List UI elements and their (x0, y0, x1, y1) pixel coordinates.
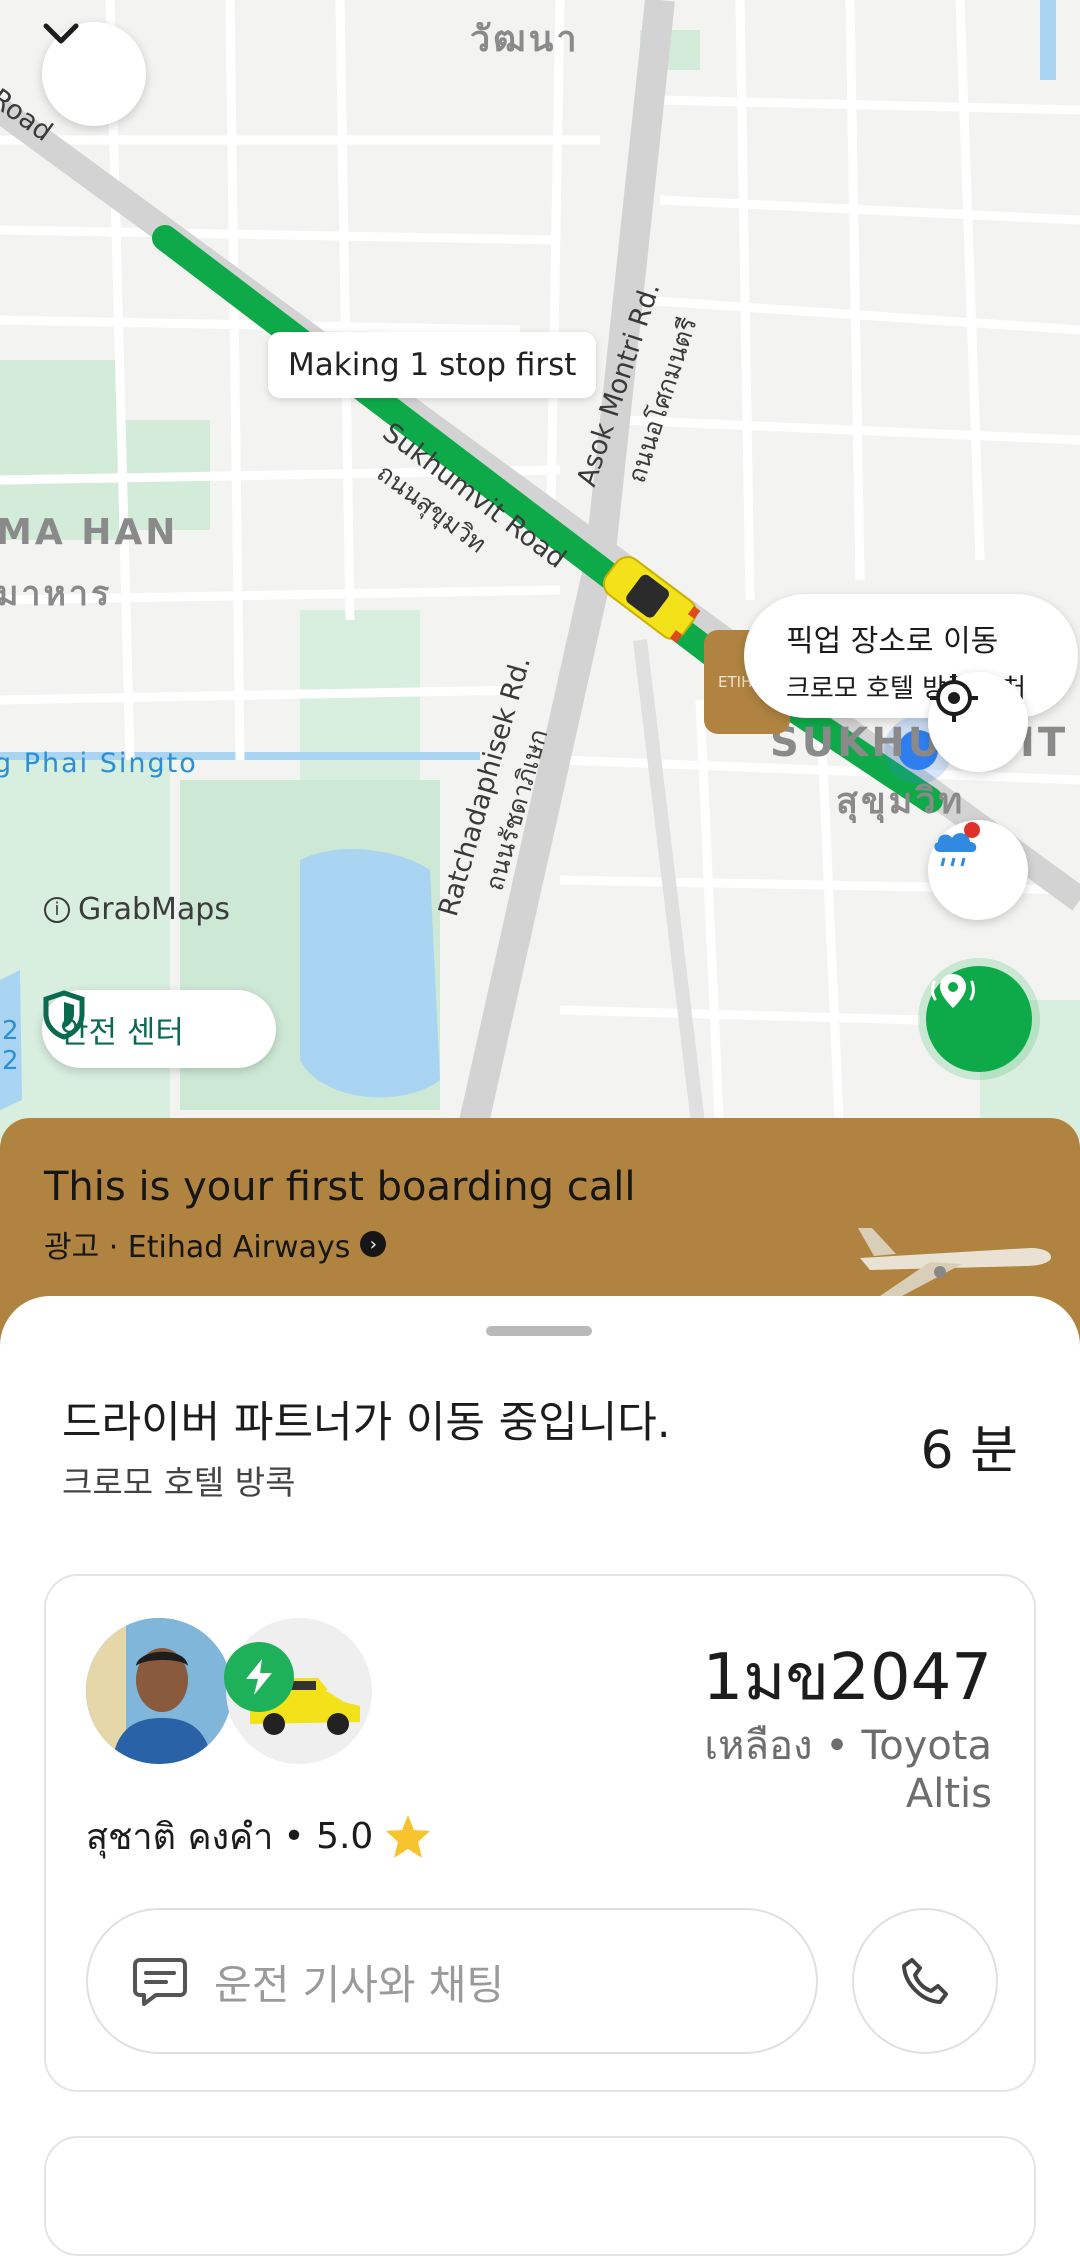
airplane-icon (858, 1228, 1052, 1296)
map-label-phai-singto: g Phai Singto (0, 748, 198, 779)
driver-avatar[interactable] (86, 1618, 232, 1764)
stop-tooltip: Making 1 stop first (268, 332, 597, 398)
next-card[interactable] (44, 2136, 1036, 2256)
weather-rain-icon (934, 822, 980, 867)
sheet-handle[interactable] (486, 1326, 592, 1336)
chat-icon (133, 1958, 187, 2006)
trip-destination: 크로모 호텔 방콕 (62, 1463, 296, 1502)
collapse-button[interactable] (42, 22, 146, 126)
chat-with-driver-input[interactable]: 운전 기사와 채팅 (86, 1908, 818, 2054)
map-canvas (0, 0, 1080, 1140)
chevron-down-icon (43, 23, 79, 44)
ad-title: This is your first boarding call (44, 1164, 636, 1210)
live-location-icon (931, 974, 975, 1008)
ad-sponsor-line[interactable]: 광고 · Etihad Airways › (44, 1222, 387, 1266)
driver-name: สุชาติ คงคำ (86, 1817, 274, 1858)
pickup-bubble[interactable]: 픽업 장소로 이동 크로모 호텔 방콕 근처 (744, 594, 1078, 718)
map-label-ma-han: MA HAN (0, 512, 179, 553)
weather-button[interactable] (928, 820, 1028, 920)
license-plate: 1มข2047 (702, 1641, 992, 1715)
chat-placeholder: 운전 기사와 채팅 (214, 1961, 505, 2009)
shield-icon (43, 990, 85, 1040)
stop-tooltip-text: Making 1 stop first (288, 347, 577, 383)
map-attribution[interactable]: i GrabMaps (44, 892, 230, 927)
trip-sheet[interactable]: 드라이버 파트너가 이동 중입니다. 크로모 호텔 방콕 6 분 1มข2047… (0, 1296, 1080, 2256)
trip-status-title: 드라이버 파트너가 이동 중입니다. (62, 1398, 671, 1448)
chevron-right-icon: › (360, 1231, 387, 1257)
map-label-wattana: วัฒนา (470, 19, 580, 60)
pickup-bubble-title: 픽업 장소로 이동 (786, 624, 999, 659)
driver-rating: • 5.0 (283, 1816, 374, 1857)
locate-icon (930, 674, 978, 722)
map-label-left-num-2: 2 (2, 1046, 19, 1076)
lightning-icon (246, 1659, 272, 1695)
call-driver-button[interactable] (852, 1908, 998, 2054)
map[interactable]: วัฒนา Road MA HAN มาหาร g Phai Singto Su… (0, 0, 1080, 1140)
info-icon: i (44, 896, 70, 923)
driver-card[interactable]: 1มข2047 เหลือง • Toyota Altis สุชาติ คงค… (44, 1574, 1036, 2092)
phone-icon (902, 1958, 948, 2004)
safety-center-button[interactable]: 안전 센터 (42, 990, 276, 1068)
electric-badge (224, 1642, 294, 1712)
live-location-button[interactable] (926, 966, 1032, 1072)
star-icon (386, 1814, 431, 1858)
attribution-text: GrabMaps (78, 892, 230, 927)
recenter-button[interactable] (928, 672, 1028, 772)
car-description: เหลือง • Toyota Altis (704, 1723, 992, 1817)
driver-info: สุชาติ คงคำ • 5.0 (86, 1808, 433, 1865)
trip-eta: 6 분 (920, 1421, 1018, 1481)
ad-sponsor-label: 광고 · Etihad Airways (44, 1230, 351, 1265)
map-label-ma-han-thai: มาหาร (0, 574, 113, 614)
driver-photo (86, 1618, 232, 1764)
map-label-left-num-1: 2 (2, 1016, 19, 1046)
